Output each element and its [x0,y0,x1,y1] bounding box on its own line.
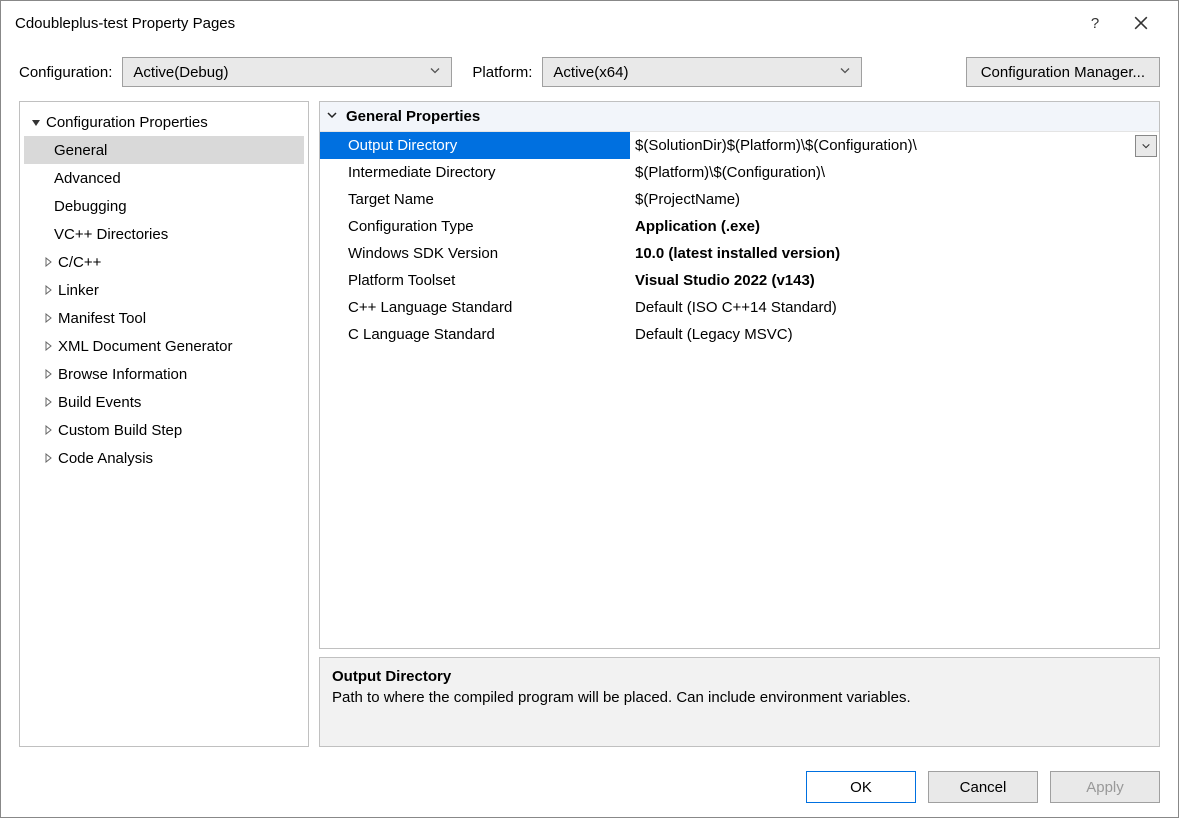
cancel-button[interactable]: Cancel [928,771,1038,803]
property-row[interactable]: Output Directory$(SolutionDir)$(Platform… [320,132,1159,159]
expander-closed-icon [42,313,54,323]
expander-closed-icon [42,257,54,267]
property-name: C Language Standard [320,321,630,348]
platform-value: Active(x64) [553,64,628,81]
tree-item[interactable]: VC++ Directories [24,220,304,248]
property-row[interactable]: Platform ToolsetVisual Studio 2022 (v143… [320,267,1159,294]
tree-root-label: Configuration Properties [46,114,208,131]
tree-item-label: XML Document Generator [58,338,233,355]
tree-item[interactable]: Manifest Tool [24,304,304,332]
expander-open-icon [30,117,42,127]
grid-section-header[interactable]: General Properties [320,102,1159,132]
property-value[interactable]: Default (ISO C++14 Standard) [630,294,1159,321]
collapse-icon [326,108,338,125]
description-text: Path to where the compiled program will … [332,689,1147,706]
property-tree[interactable]: Configuration Properties General Advanced… [19,101,309,747]
property-value[interactable]: Default (Legacy MSVC) [630,321,1159,348]
grid-section-title: General Properties [346,108,480,125]
tree-item-label: Custom Build Step [58,422,182,439]
expander-closed-icon [42,425,54,435]
tree-item-label: General [54,142,107,159]
tree-item[interactable]: Advanced [24,164,304,192]
tree-item[interactable]: XML Document Generator [24,332,304,360]
value-dropdown-button[interactable] [1135,135,1157,157]
configuration-dropdown[interactable]: Active(Debug) [122,57,452,87]
configuration-label: Configuration: [19,64,112,81]
window-title: Cdoubleplus-test Property Pages [15,15,1072,32]
close-button[interactable] [1118,7,1164,39]
expander-closed-icon [42,369,54,379]
property-name: Configuration Type [320,213,630,240]
expander-closed-icon [42,453,54,463]
tree-item[interactable]: Debugging [24,192,304,220]
chevron-down-icon [839,64,851,81]
titlebar: Cdoubleplus-test Property Pages ? [1,1,1178,45]
platform-label: Platform: [472,64,532,81]
property-value[interactable]: $(Platform)\$(Configuration)\ [630,159,1159,186]
tree-item-label: Advanced [54,170,121,187]
tree-item-label: Debugging [54,198,127,215]
property-pages-dialog: Cdoubleplus-test Property Pages ? Config… [0,0,1179,818]
expander-closed-icon [42,397,54,407]
close-icon [1134,16,1148,30]
tree-item-label: C/C++ [58,254,101,271]
tree-item[interactable]: C/C++ [24,248,304,276]
configuration-value: Active(Debug) [133,64,228,81]
property-row[interactable]: Windows SDK Version10.0 (latest installe… [320,240,1159,267]
tree-item[interactable]: Browse Information [24,360,304,388]
tree-item-label: Code Analysis [58,450,153,467]
property-row[interactable]: Intermediate Directory$(Platform)\$(Conf… [320,159,1159,186]
property-grid[interactable]: General Properties Output Directory$(Sol… [319,101,1160,649]
apply-button[interactable]: Apply [1050,771,1160,803]
body: Configuration Properties General Advanced… [1,101,1178,757]
property-name: C++ Language Standard [320,294,630,321]
property-row[interactable]: C++ Language StandardDefault (ISO C++14 … [320,294,1159,321]
property-row[interactable]: Target Name$(ProjectName) [320,186,1159,213]
property-name: Windows SDK Version [320,240,630,267]
tree-item[interactable]: Custom Build Step [24,416,304,444]
configuration-manager-button[interactable]: Configuration Manager... [966,57,1160,87]
tree-item[interactable]: General [24,136,304,164]
tree-item[interactable]: Build Events [24,388,304,416]
chevron-down-icon [429,64,441,81]
right-column: General Properties Output Directory$(Sol… [319,101,1160,747]
property-name: Platform Toolset [320,267,630,294]
ok-button[interactable]: OK [806,771,916,803]
tree-item[interactable]: Linker [24,276,304,304]
tree-item-label: Browse Information [58,366,187,383]
property-value[interactable]: Visual Studio 2022 (v143) [630,267,1159,294]
description-panel: Output Directory Path to where the compi… [319,657,1160,747]
property-value[interactable]: $(SolutionDir)$(Platform)\$(Configuratio… [630,132,1159,159]
property-name: Intermediate Directory [320,159,630,186]
tree-item-label: Manifest Tool [58,310,146,327]
tree-root[interactable]: Configuration Properties [24,108,304,136]
platform-dropdown[interactable]: Active(x64) [542,57,862,87]
config-toolbar: Configuration: Active(Debug) Platform: A… [1,45,1178,101]
property-value[interactable]: $(ProjectName) [630,186,1159,213]
help-button[interactable]: ? [1072,7,1118,39]
property-name: Output Directory [320,132,630,159]
tree-item-label: Linker [58,282,99,299]
property-value[interactable]: 10.0 (latest installed version) [630,240,1159,267]
footer: OK Cancel Apply [1,757,1178,817]
property-value[interactable]: Application (.exe) [630,213,1159,240]
property-row[interactable]: C Language StandardDefault (Legacy MSVC) [320,321,1159,348]
description-title: Output Directory [332,668,1147,685]
expander-closed-icon [42,341,54,351]
property-name: Target Name [320,186,630,213]
expander-closed-icon [42,285,54,295]
tree-item-label: Build Events [58,394,141,411]
property-row[interactable]: Configuration TypeApplication (.exe) [320,213,1159,240]
tree-item[interactable]: Code Analysis [24,444,304,472]
tree-item-label: VC++ Directories [54,226,168,243]
